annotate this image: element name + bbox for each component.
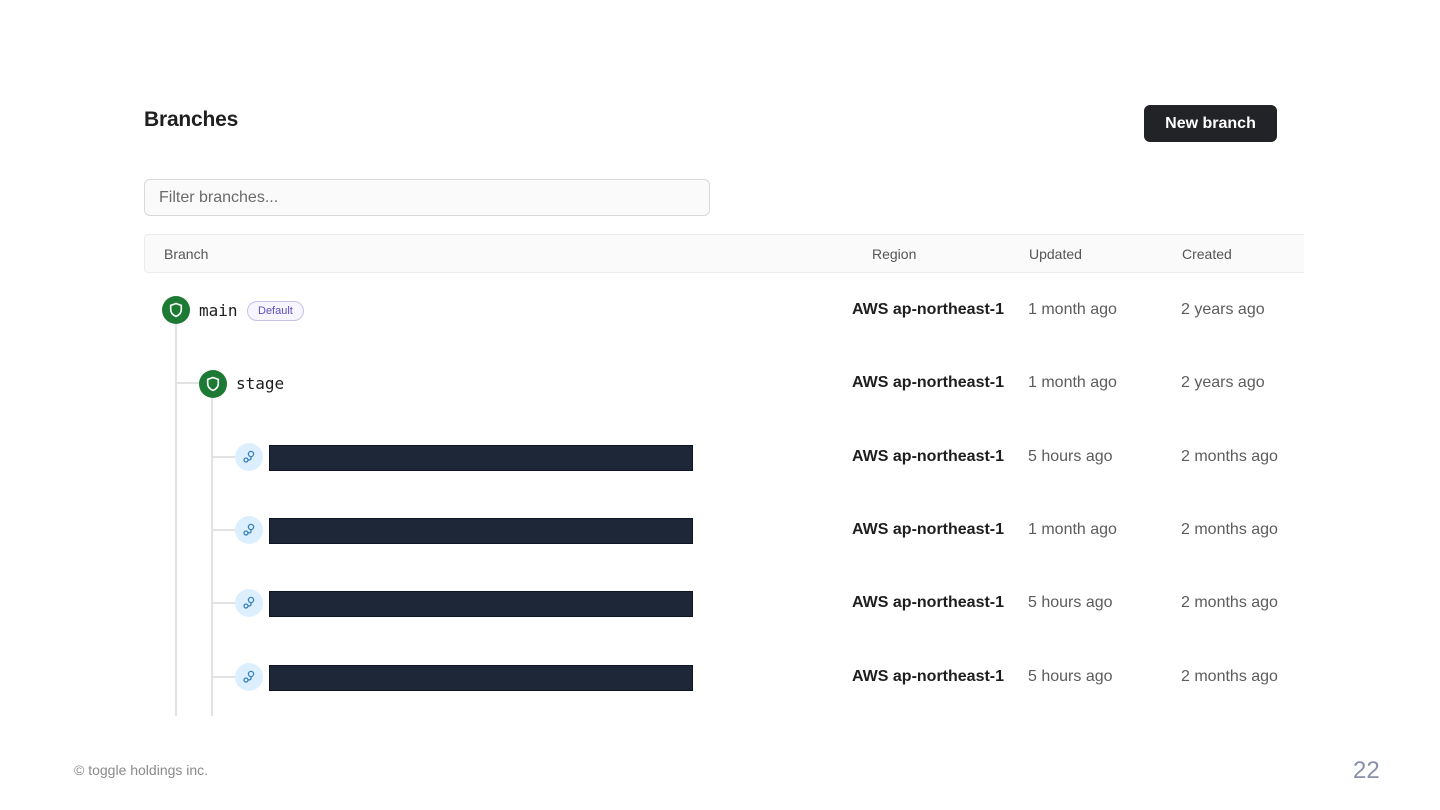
branch-icon (235, 589, 263, 617)
branch-created: 2 years ago (1181, 374, 1265, 391)
page-number: 22 (1353, 757, 1380, 784)
copyright-footer: © toggle holdings inc. (74, 762, 209, 778)
branch-name[interactable]: main (199, 301, 238, 320)
redacted-branch-name (269, 591, 693, 617)
branch-region: AWS ap-northeast-1 (852, 374, 1005, 391)
page-title: Branches (144, 108, 239, 131)
filter-branches-input[interactable] (144, 179, 710, 216)
column-header-region[interactable]: Region (872, 246, 916, 262)
redacted-branch-name (269, 665, 693, 691)
shield-icon (199, 370, 227, 398)
table-row-stage[interactable]: stage AWS ap-northeast-1 1 month ago 2 y… (144, 364, 1304, 404)
branch-updated: 5 hours ago (1028, 594, 1113, 611)
branch-updated: 1 month ago (1028, 374, 1117, 391)
column-header-branch[interactable]: Branch (164, 246, 208, 262)
branch-created: 2 months ago (1181, 668, 1278, 685)
column-header-created[interactable]: Created (1182, 246, 1232, 262)
branch-region: AWS ap-northeast-1 (852, 521, 1005, 538)
branch-updated: 1 month ago (1028, 301, 1117, 318)
shield-icon (162, 296, 190, 324)
branch-created: 2 months ago (1181, 521, 1278, 538)
redacted-branch-name (269, 445, 693, 471)
branch-icon (235, 663, 263, 691)
table-header: Branch Region Updated Created (144, 234, 1304, 273)
table-row-main[interactable]: main Default AWS ap-northeast-1 1 month … (144, 291, 1304, 331)
table-row[interactable]: AWS ap-northeast-1 5 hours ago 2 months … (144, 438, 1304, 478)
branch-region: AWS ap-northeast-1 (852, 301, 1005, 318)
new-branch-button[interactable]: New branch (1144, 105, 1277, 142)
branch-updated: 5 hours ago (1028, 448, 1113, 465)
table-row[interactable]: AWS ap-northeast-1 5 hours ago 2 months … (144, 658, 1304, 698)
table-row[interactable]: AWS ap-northeast-1 5 hours ago 2 months … (144, 584, 1304, 624)
redacted-branch-name (269, 518, 693, 544)
branch-icon (235, 516, 263, 544)
branch-updated: 5 hours ago (1028, 668, 1113, 685)
branch-region: AWS ap-northeast-1 (852, 448, 1005, 465)
column-header-updated[interactable]: Updated (1029, 246, 1082, 262)
branch-created: 2 months ago (1181, 594, 1278, 611)
branch-region: AWS ap-northeast-1 (852, 594, 1005, 611)
branch-region: AWS ap-northeast-1 (852, 668, 1005, 685)
default-badge: Default (247, 301, 304, 321)
branch-created: 2 months ago (1181, 448, 1278, 465)
branch-created: 2 years ago (1181, 301, 1265, 318)
branch-name[interactable]: stage (236, 374, 284, 393)
branch-icon (235, 443, 263, 471)
branch-updated: 1 month ago (1028, 521, 1117, 538)
table-row[interactable]: AWS ap-northeast-1 1 month ago 2 months … (144, 511, 1304, 551)
